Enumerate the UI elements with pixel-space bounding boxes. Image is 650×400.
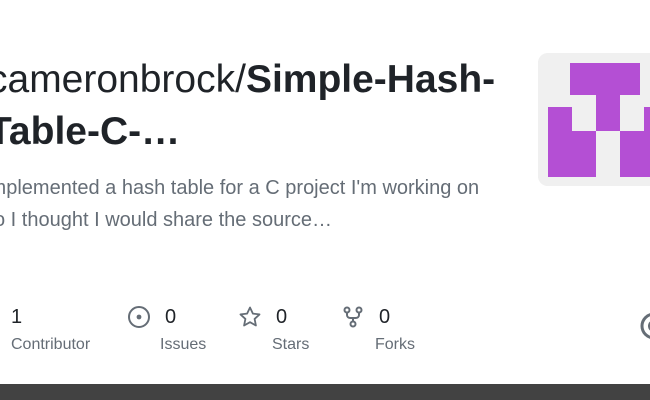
repo-title: cameronbrock/Simple-Hash-Table-C-… bbox=[0, 54, 508, 158]
issues-label: Issues bbox=[160, 336, 207, 353]
stars-stat: 0 Stars bbox=[238, 300, 309, 354]
contributors-count: 1 bbox=[11, 305, 23, 328]
stars-count: 0 bbox=[276, 305, 288, 328]
contributors-stat: 1 Contributor bbox=[11, 300, 90, 354]
repo-owner: cameronbrock/ bbox=[0, 58, 246, 101]
github-icon bbox=[640, 312, 650, 340]
contributors-label: Contributor bbox=[11, 336, 91, 353]
repo-stats: 1 Contributor 0 Issues 0 Stars 0 Forks bbox=[0, 300, 600, 360]
owner-avatar bbox=[538, 53, 650, 186]
forks-label: Forks bbox=[375, 336, 415, 353]
repo-forked-icon bbox=[341, 305, 365, 329]
forks-stat: 0 Forks bbox=[341, 300, 415, 354]
star-icon bbox=[238, 305, 262, 329]
identicon-image bbox=[538, 53, 650, 186]
issue-opened-icon bbox=[127, 305, 151, 329]
issues-stat: 0 Issues bbox=[127, 300, 206, 354]
bottom-bar bbox=[0, 384, 650, 400]
stars-label: Stars bbox=[272, 336, 310, 353]
repo-social-card: cameronbrock/Simple-Hash-Table-C-… Imple… bbox=[0, 0, 650, 400]
issues-count: 0 bbox=[165, 305, 177, 328]
forks-count: 0 bbox=[379, 305, 391, 328]
repo-description: Implemented a hash table for a C project… bbox=[0, 177, 480, 231]
